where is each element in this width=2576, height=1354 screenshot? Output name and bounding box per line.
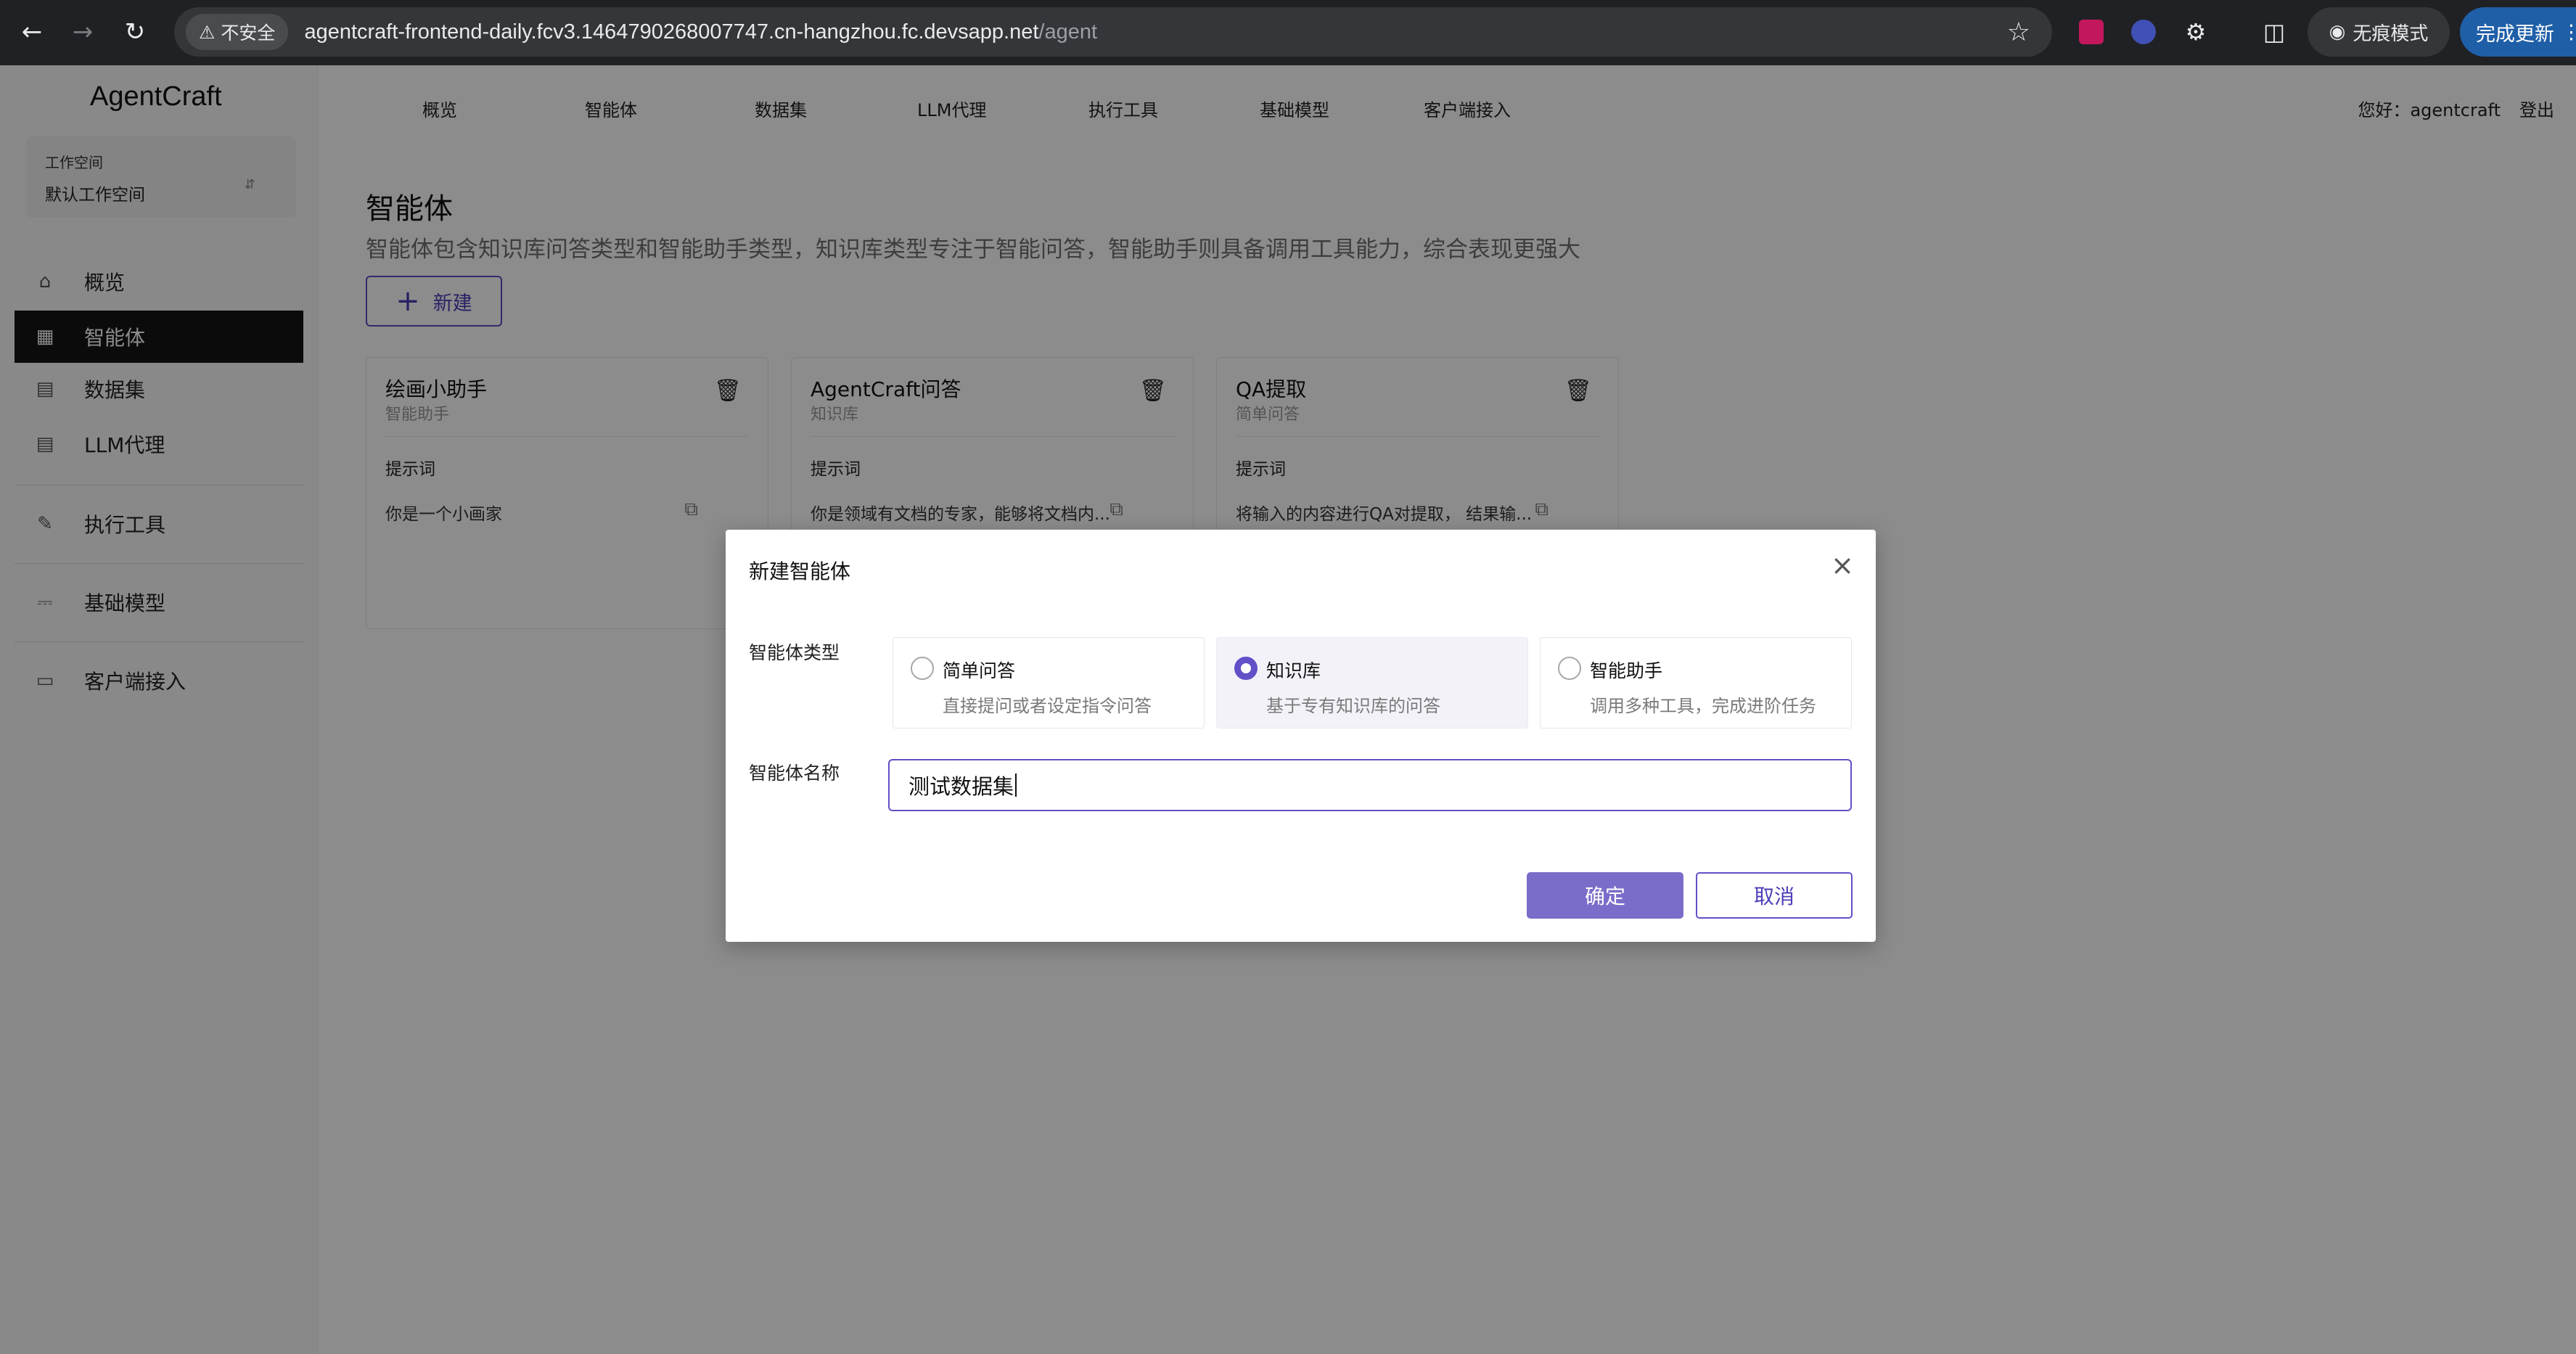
radio-button[interactable] <box>1558 657 1581 680</box>
extensions-puzzle-icon[interactable]: ⚙ <box>2178 15 2213 49</box>
update-button[interactable]: 完成更新 ⋮ <box>2460 7 2576 57</box>
incognito-badge[interactable]: ◉ 无痕模式 <box>2308 7 2450 57</box>
type-option-simple-qa[interactable]: 简单问答 直接提问或者设定指令问答 <box>893 637 1205 729</box>
option-description: 直接提问或者设定指令问答 <box>943 696 1152 716</box>
security-indicator[interactable]: ⚠ 不安全 <box>186 14 289 50</box>
browser-toolbar: ← → ↻ ⚠ 不安全 agentcraft-frontend-daily.fc… <box>0 0 2576 65</box>
new-agent-dialog: 新建智能体 × 智能体类型 简单问答 直接提问或者设定指令问答 知识库 基于专有… <box>726 530 1876 942</box>
extension-robot-icon[interactable] <box>2126 15 2161 49</box>
agent-name-input[interactable]: 测试数据集 <box>888 759 1852 811</box>
back-arrow-icon[interactable]: ← <box>10 10 54 54</box>
agent-type-label: 智能体类型 <box>749 642 840 663</box>
more-menu-icon: ⋮ <box>2561 20 2576 44</box>
option-name: 知识库 <box>1266 660 1321 681</box>
option-description: 调用多种工具，完成进阶任务 <box>1590 696 1816 716</box>
type-option-knowledge-base[interactable]: 知识库 基于专有知识库的问答 <box>1216 637 1528 729</box>
side-panel-icon[interactable]: ◫ <box>2257 15 2292 49</box>
agent-name-label: 智能体名称 <box>749 763 840 784</box>
option-name: 简单问答 <box>943 660 1016 681</box>
close-icon[interactable]: × <box>1831 551 1854 579</box>
confirm-button[interactable]: 确定 <box>1527 872 1683 919</box>
incognito-icon: ◉ <box>2329 21 2346 43</box>
radio-button-selected[interactable] <box>1234 657 1258 680</box>
dialog-title: 新建智能体 <box>749 559 851 583</box>
type-option-assistant[interactable]: 智能助手 调用多种工具，完成进阶任务 <box>1540 637 1852 729</box>
url-text: agentcraft-frontend-daily.fcv3.146479026… <box>304 20 1098 44</box>
extension-translate-icon[interactable] <box>2074 15 2109 49</box>
option-description: 基于专有知识库的问答 <box>1266 696 1440 716</box>
text-cursor <box>1015 774 1017 797</box>
warning-icon: ⚠ <box>199 21 216 43</box>
radio-button[interactable] <box>911 657 934 680</box>
reload-icon[interactable]: ↻ <box>113 10 157 54</box>
forward-arrow-icon[interactable]: → <box>61 10 104 54</box>
bookmark-star-icon[interactable]: ☆ <box>2007 17 2030 47</box>
option-name: 智能助手 <box>1590 660 1663 681</box>
address-bar[interactable]: ⚠ 不安全 agentcraft-frontend-daily.fcv3.146… <box>174 7 2052 57</box>
cancel-button[interactable]: 取消 <box>1696 872 1853 919</box>
